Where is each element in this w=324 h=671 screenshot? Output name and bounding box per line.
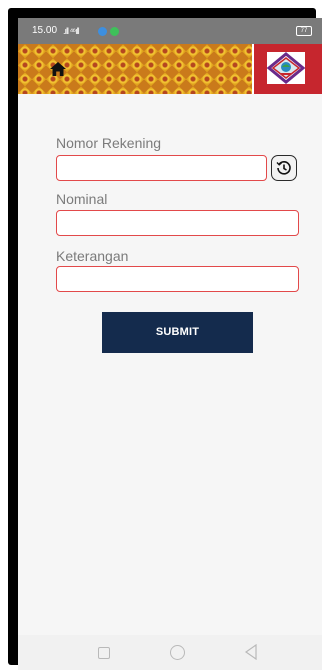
bank-logo-icon <box>266 52 306 84</box>
history-button[interactable] <box>271 155 297 181</box>
back-icon[interactable] <box>244 644 258 660</box>
status-bar: 15.00 .ıll ⁴⁶ıll 77 <box>18 18 322 44</box>
account-number-label: Nomor Rekening <box>56 135 162 151</box>
device-frame: 15.00 .ıll ⁴⁶ıll 77 Nomor Rekening Nomin… <box>8 8 322 670</box>
submit-button[interactable]: SUBMIT <box>102 312 253 353</box>
account-number-input[interactable] <box>56 155 267 181</box>
amount-label: Nominal <box>56 191 108 207</box>
description-input[interactable] <box>56 266 299 292</box>
nav-home-icon[interactable] <box>170 645 185 660</box>
amount-input[interactable] <box>56 210 299 236</box>
signal-icon: .ıll ⁴⁶ıll <box>63 26 80 36</box>
battery-icon: 77 <box>296 26 312 36</box>
home-icon[interactable] <box>50 62 66 76</box>
app-header <box>18 44 322 94</box>
status-time: 15.00 <box>32 25 58 36</box>
app-screen: 15.00 .ıll ⁴⁶ıll 77 Nomor Rekening Nomin… <box>18 18 322 670</box>
recent-apps-icon[interactable] <box>98 647 110 659</box>
notification-icon <box>98 27 107 36</box>
system-nav-bar <box>18 635 322 670</box>
whatsapp-icon <box>110 27 119 36</box>
history-icon <box>276 161 291 175</box>
description-label: Keterangan <box>56 248 129 264</box>
logo-panel <box>252 44 322 94</box>
